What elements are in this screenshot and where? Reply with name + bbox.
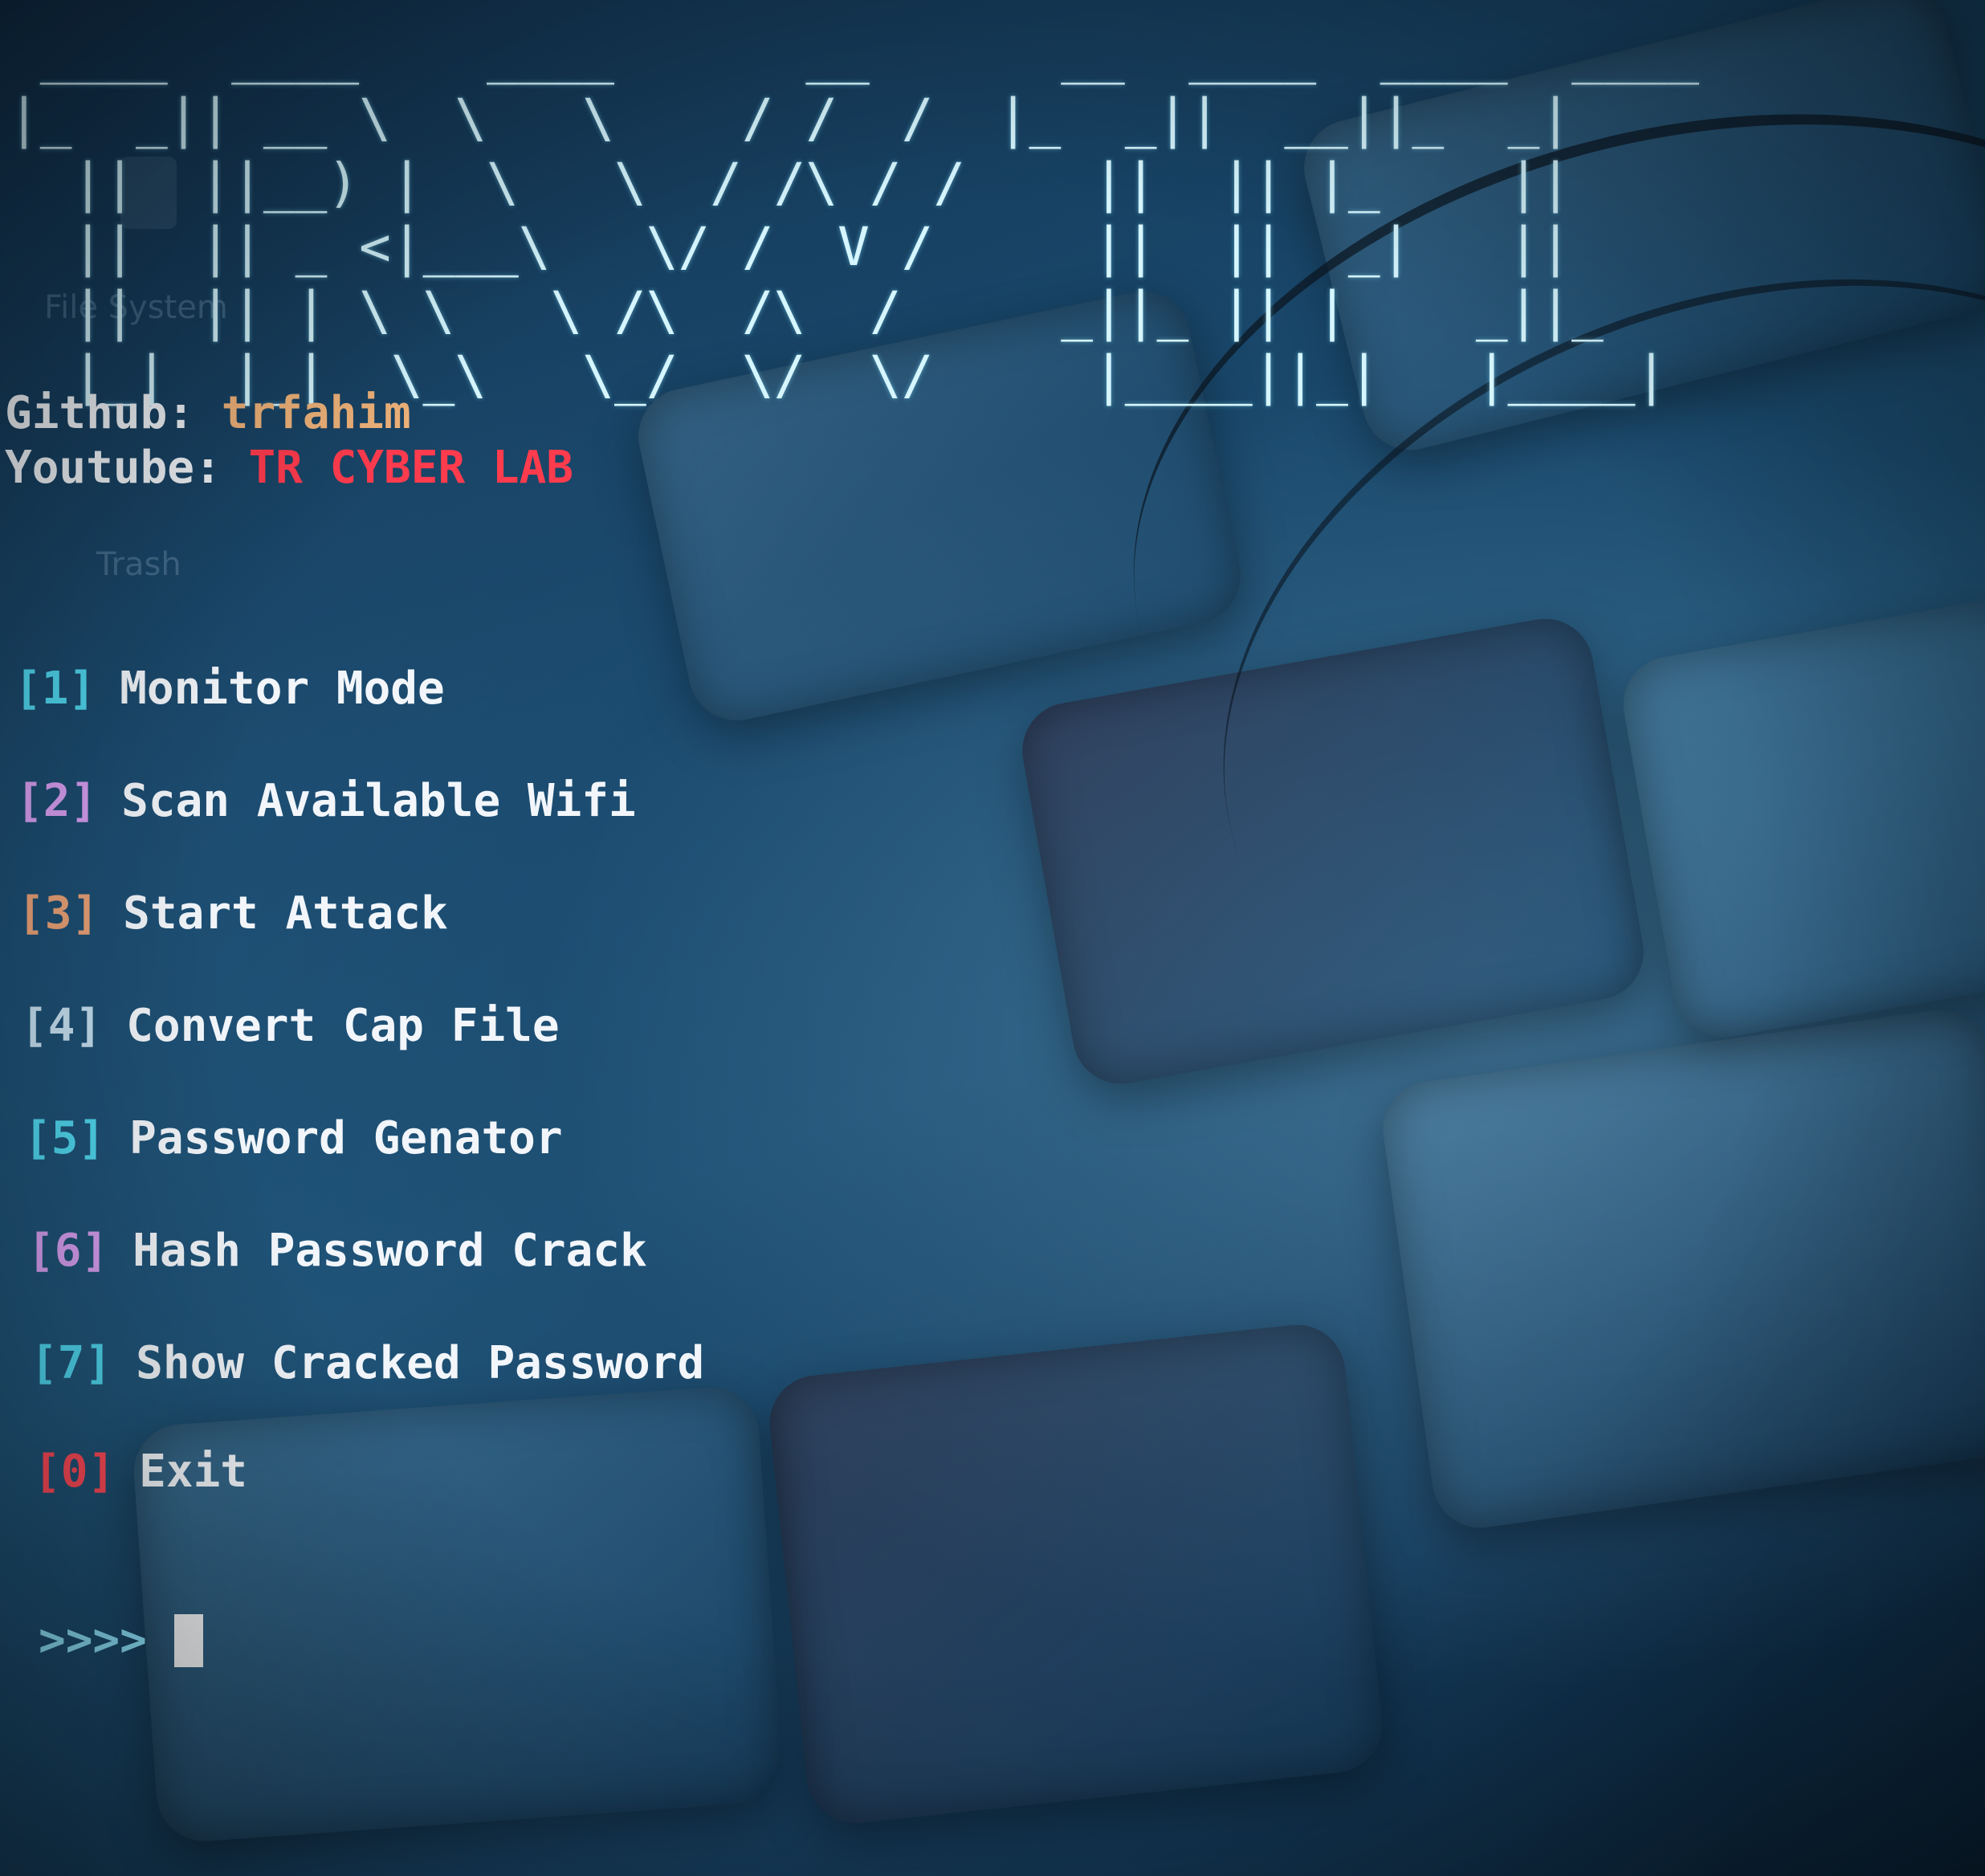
menu-item-monitor-mode: [1] Monitor Mode: [14, 663, 445, 716]
github-label: Github:: [5, 387, 195, 439]
menu-item-number: [5]: [24, 1112, 106, 1164]
menu-item-number: [2]: [16, 775, 98, 827]
menu-item-label: Show Cracked Password: [136, 1337, 705, 1389]
menu-item-number: [1]: [14, 663, 96, 715]
youtube-info: Youtube: TR CYBER LAB: [5, 442, 573, 495]
menu-item-number: [6]: [27, 1225, 109, 1277]
menu-item-hash-crack: [6] Hash Password Crack: [27, 1225, 647, 1278]
menu-item-convert-cap: [4] Convert Cap File: [21, 1000, 560, 1053]
menu-item-label: Scan Available Wifi: [121, 775, 636, 827]
menu-item-label: Exit: [139, 1446, 248, 1498]
menu-item-scan-wifi: [2] Scan Available Wifi: [16, 775, 636, 828]
github-value: trfahim: [221, 387, 411, 439]
prompt-symbol: >>>>: [39, 1614, 147, 1666]
menu-item-label: Convert Cap File: [126, 1000, 560, 1052]
menu-item-number: [3]: [18, 887, 100, 940]
terminal-window[interactable]: ____ ____ ____ __ __ ____ ____ ____ |_ _…: [0, 0, 1985, 1876]
command-prompt[interactable]: >>>>: [39, 1614, 203, 1667]
youtube-value: TR CYBER LAB: [248, 442, 574, 494]
tr-wifi-ascii-banner: ____ ____ ____ __ __ ____ ____ ____ |_ _…: [8, 23, 1699, 406]
menu-item-number: [7]: [31, 1337, 112, 1389]
menu-item-label: Monitor Mode: [120, 663, 445, 715]
menu-item-number: [0]: [34, 1446, 116, 1498]
youtube-label: Youtube:: [5, 442, 222, 494]
github-info: Github: trfahim: [5, 387, 411, 440]
text-cursor: [173, 1614, 203, 1667]
menu-item-number: [4]: [21, 1000, 103, 1052]
menu-item-label: Start Attack: [123, 887, 448, 940]
menu-item-label: Password Genator: [129, 1112, 563, 1164]
menu-item-label: Hash Password Crack: [132, 1225, 647, 1277]
menu-item-exit: [0] Exit: [34, 1446, 247, 1499]
menu-item-password-generator: [5] Password Genator: [24, 1112, 563, 1165]
menu-item-start-attack: [3] Start Attack: [18, 887, 448, 940]
desktop-screen: File System Trash ____ ____ ____ __ __ _…: [0, 0, 1985, 1876]
menu-item-show-cracked: [7] Show Cracked Password: [31, 1337, 704, 1390]
